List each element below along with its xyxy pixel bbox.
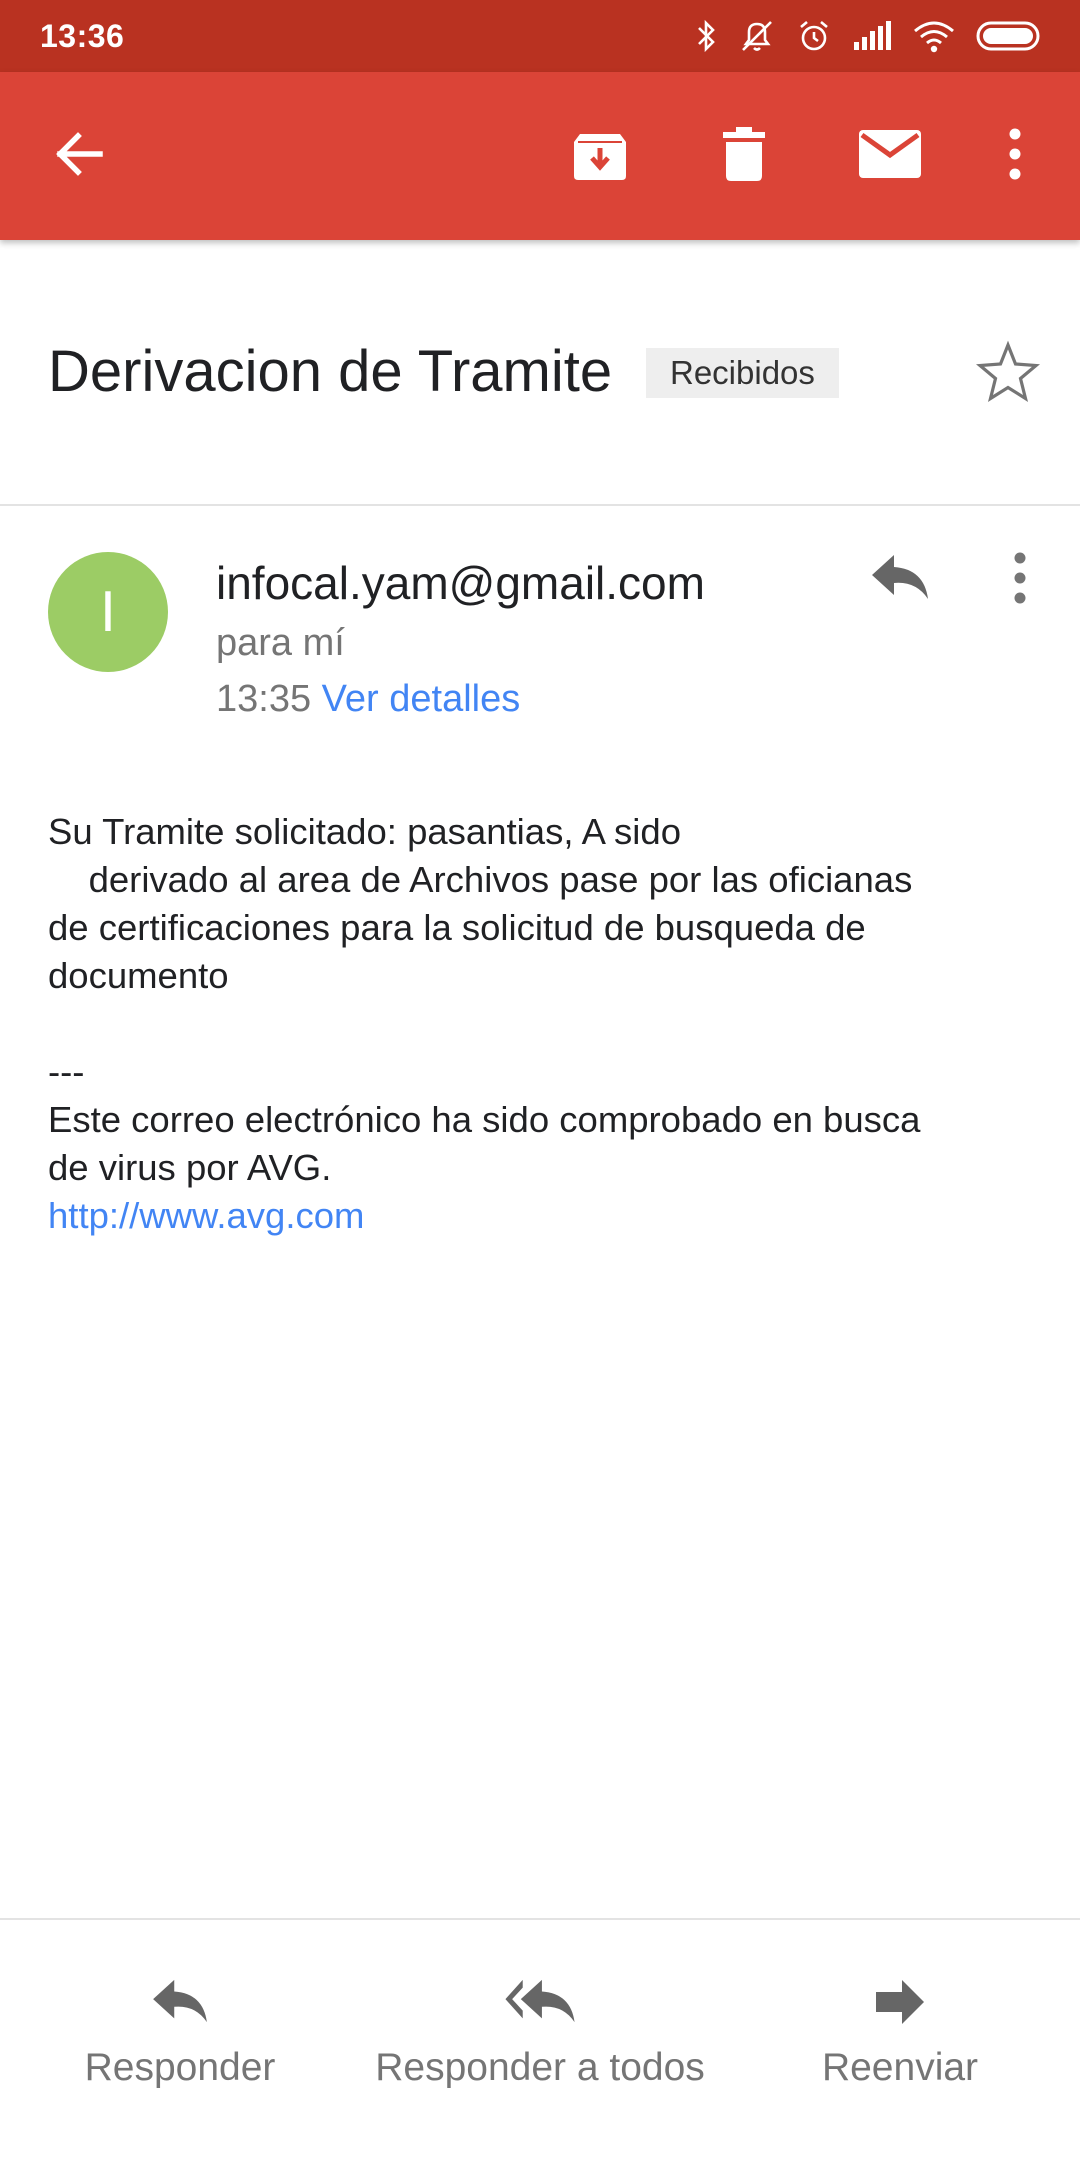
more-vert-icon — [1012, 552, 1028, 609]
reply-button[interactable]: Responder — [60, 1920, 300, 2120]
archive-icon — [572, 126, 628, 187]
more-options-button[interactable] — [980, 72, 1050, 240]
signal-icon — [852, 20, 892, 52]
bottom-action-bar: Responder Responder a todos Reenviar — [0, 1918, 1080, 2160]
back-arrow-icon — [52, 126, 108, 187]
bluetooth-icon — [696, 18, 718, 54]
back-button[interactable] — [30, 72, 130, 240]
message-meta: 13:35 Ver detalles — [216, 678, 520, 721]
mark-unread-icon — [858, 129, 922, 184]
forward-icon — [874, 1972, 926, 2032]
message-body: Su Tramite solicitado: pasantias, A sido… — [48, 808, 1048, 1240]
body-line: derivado al area de Archivos pase por la… — [48, 859, 913, 900]
more-vert-icon — [1007, 128, 1023, 185]
status-bar: 13:36 — [0, 0, 1080, 72]
message-more-button[interactable] — [990, 540, 1050, 620]
status-icons — [696, 14, 1042, 58]
wifi-icon — [912, 19, 956, 53]
status-time: 13:36 — [40, 18, 125, 54]
email-subject: Derivacion de Tramite — [48, 339, 613, 404]
recipient-label: para mí — [216, 622, 345, 664]
archive-button[interactable] — [552, 72, 648, 240]
star-outline-icon — [975, 340, 1041, 409]
star-button[interactable] — [970, 336, 1046, 412]
reply-all-icon — [503, 1972, 577, 2032]
body-line: documento — [48, 955, 229, 996]
reply-label: Responder — [84, 2046, 276, 2089]
delete-button[interactable] — [696, 72, 792, 240]
delete-icon — [720, 126, 768, 187]
forward-label: Reenviar — [821, 2046, 979, 2089]
battery-icon — [976, 20, 1042, 52]
inbox-label-chip[interactable]: Recibidos — [646, 348, 839, 398]
body-line — [48, 1000, 1048, 1048]
alarm-icon — [796, 18, 832, 54]
sender-email: infocal.yam@gmail.com — [216, 557, 705, 609]
view-details-link[interactable]: Ver detalles — [322, 678, 521, 720]
reply-all-label: Responder a todos — [375, 2046, 705, 2089]
reply-all-button[interactable]: Responder a todos — [350, 1920, 730, 2120]
notifications-off-icon — [738, 18, 776, 54]
quick-reply-button[interactable] — [860, 540, 940, 620]
body-line: --- — [48, 1051, 85, 1092]
sender-avatar[interactable]: I — [48, 552, 168, 672]
app-bar — [0, 72, 1080, 240]
body-line: Este correo electrónico ha sido comproba… — [48, 1099, 921, 1140]
mark-unread-button[interactable] — [840, 72, 940, 240]
reply-icon — [870, 553, 930, 608]
body-line: de virus por AVG. — [48, 1147, 332, 1188]
body-line: Su Tramite solicitado: pasantias, A sido — [48, 811, 682, 852]
avg-link[interactable]: http://www.avg.com — [48, 1192, 1048, 1240]
subject-header: Derivacion de Tramite Recibidos — [0, 240, 1080, 506]
forward-button[interactable]: Reenviar — [780, 1920, 1020, 2120]
message-time: 13:35 — [216, 678, 312, 720]
body-line: de certificaciones para la solicitud de … — [48, 907, 866, 948]
reply-icon — [151, 1972, 209, 2032]
